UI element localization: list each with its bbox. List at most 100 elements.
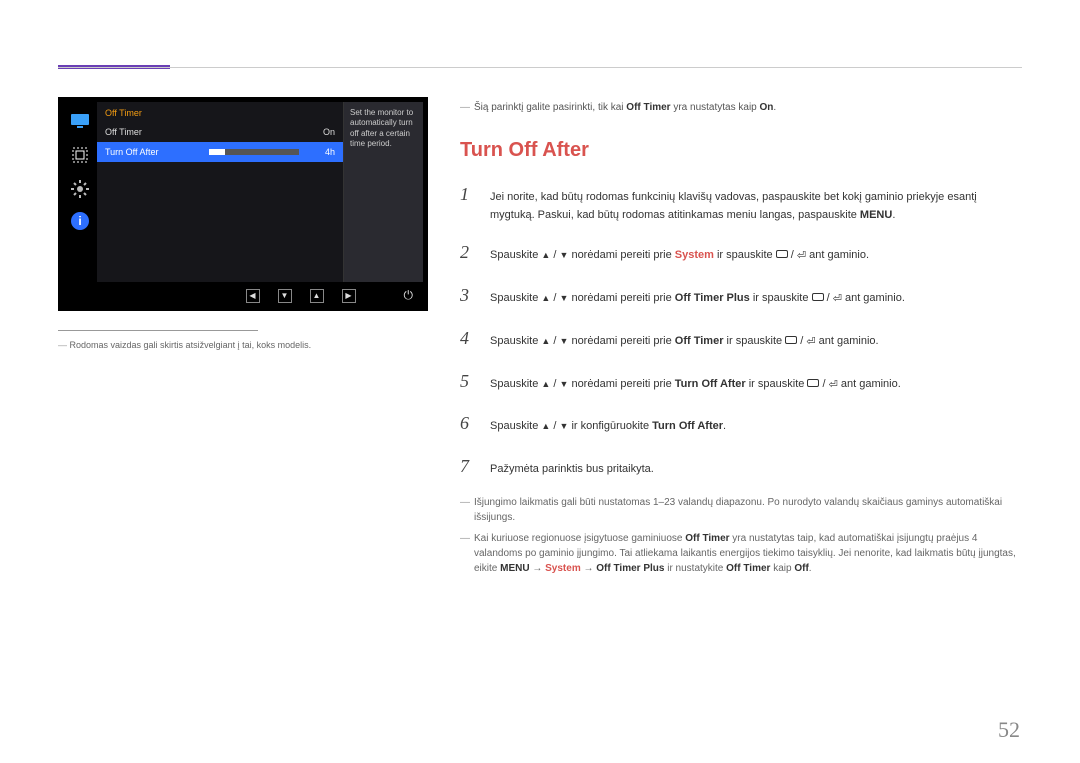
intro-text: Šią parinktį galite pasirinkti, tik kai: [474, 102, 626, 113]
enter-icon: ⏎: [833, 291, 842, 309]
info-icon: i: [71, 212, 89, 230]
nav-power-icon: ⏻: [404, 288, 414, 303]
t: ir spauskite: [723, 335, 785, 347]
up-icon: ▲: [541, 291, 550, 305]
osd-title: Off Timer: [97, 108, 343, 122]
section-heading: Turn Off After: [460, 134, 1020, 166]
t: kaip: [770, 563, 794, 574]
t: ir nustatykite: [664, 563, 726, 574]
kw-system: System: [675, 249, 714, 261]
t: Spauskite: [490, 292, 541, 304]
step-7: 7 Pažymėta parinktis bus pritaikyta.: [460, 452, 1020, 481]
osd-slider-fill: [209, 149, 225, 155]
enter-icon: ⏎: [806, 334, 815, 352]
model-caption: Rodomas vaizdas gali skirtis atsižvelgia…: [58, 340, 311, 350]
step-3: 3 Spauskite ▲ / ▼ norėdami pereiti prie …: [460, 281, 1020, 310]
kw-offtimerplus: Off Timer Plus: [675, 292, 750, 304]
step-text: Jei norite, kad būtų rodomas funkcinių k…: [490, 189, 1020, 224]
nav-up-icon: ▲: [310, 289, 324, 303]
step-number: 6: [460, 409, 476, 438]
t: Jei norite, kad būtų rodomas funkcinių k…: [490, 191, 977, 221]
step-text: Pažymėta parinktis bus pritaikyta.: [490, 461, 1020, 479]
step-text: Spauskite ▲ / ▼ norėdami pereiti prie Of…: [490, 333, 1020, 352]
footnote-2: Kai kuriuose regionuose įsigytuose gamin…: [460, 531, 1020, 576]
step-text: Spauskite ▲ / ▼ norėdami pereiti prie Sy…: [490, 247, 1020, 266]
nav-down-icon: ▼: [278, 289, 292, 303]
osd-navbar: ◀ ▼ ▲ ▶ ⏻: [63, 282, 423, 303]
t: ant gaminio.: [816, 335, 879, 347]
step-4: 4 Spauskite ▲ / ▼ norėdami pereiti prie …: [460, 324, 1020, 353]
up-icon: ▲: [541, 419, 550, 433]
osd-row-offtimer: Off Timer On: [97, 122, 343, 142]
osd-row-label: Turn Off After: [105, 147, 209, 157]
caption-rule: [58, 330, 258, 331]
t: ant gaminio.: [842, 292, 905, 304]
kw-menu: MENU: [860, 209, 892, 221]
button-icon: [776, 250, 788, 258]
arrow: →: [581, 563, 597, 574]
t: ant gaminio.: [806, 249, 869, 261]
enter-icon: ⏎: [829, 377, 838, 395]
t: Spauskite: [490, 378, 541, 390]
up-icon: ▲: [541, 334, 550, 348]
osd-sidebar: i: [63, 102, 97, 282]
up-icon: ▲: [541, 377, 550, 391]
t: norėdami pereiti prie: [568, 335, 674, 347]
gear-icon: [69, 178, 91, 200]
t: ir spauskite: [750, 292, 812, 304]
step-number: 3: [460, 281, 476, 310]
step-number: 2: [460, 238, 476, 267]
kw-offtimerplus: Off Timer Plus: [596, 563, 664, 574]
enter-icon: ⏎: [797, 248, 806, 266]
t: ir konfigūruokite: [568, 420, 652, 432]
button-icon: [812, 293, 824, 301]
intro-bold: On: [760, 102, 774, 113]
nav-left-icon: ◀: [246, 289, 260, 303]
kw-offtimer: Off Timer: [726, 563, 770, 574]
t: .: [723, 420, 726, 432]
page-number: 52: [998, 717, 1020, 743]
osd-row-value: On: [305, 127, 335, 137]
step-2: 2 Spauskite ▲ / ▼ norėdami pereiti prie …: [460, 238, 1020, 267]
kw-offtimer: Off Timer: [685, 533, 729, 544]
t: Kai kuriuose regionuose įsigytuose gamin…: [474, 533, 685, 544]
kw-off: Off: [794, 563, 808, 574]
t: norėdami pereiti prie: [568, 292, 674, 304]
button-icon: [807, 379, 819, 387]
osd-description: Set the monitor to automatically turn of…: [343, 102, 423, 282]
arrow: →: [530, 563, 546, 574]
kw-menu: MENU: [500, 563, 529, 574]
t: .: [892, 209, 895, 221]
t: norėdami pereiti prie: [568, 249, 674, 261]
intro-text: .: [773, 102, 776, 113]
osd-row-label: Off Timer: [105, 127, 305, 137]
nav-right-icon: ▶: [342, 289, 356, 303]
kw-turnoffafter: Turn Off After: [652, 420, 723, 432]
step-1: 1 Jei norite, kad būtų rodomas funkcinių…: [460, 180, 1020, 224]
osd-main-panel: Off Timer Off Timer On Turn Off After 4h: [97, 102, 343, 282]
intro-bold: Off Timer: [626, 102, 670, 113]
step-5: 5 Spauskite ▲ / ▼ norėdami pereiti prie …: [460, 367, 1020, 396]
t: ir spauskite: [714, 249, 776, 261]
kw-offtimer: Off Timer: [675, 335, 724, 347]
content-column: Šią parinktį galite pasirinkti, tik kai …: [460, 100, 1020, 576]
t: Spauskite: [490, 335, 541, 347]
footnote-1: Išjungimo laikmatis gali būti nustatomas…: [460, 495, 1020, 525]
step-number: 4: [460, 324, 476, 353]
t: Spauskite: [490, 249, 541, 261]
step-text: Spauskite ▲ / ▼ norėdami pereiti prie Of…: [490, 290, 1020, 309]
t: Spauskite: [490, 420, 541, 432]
osd-row-turnoffafter: Turn Off After 4h: [97, 142, 343, 162]
steps-list: 1 Jei norite, kad būtų rodomas funkcinių…: [460, 180, 1020, 481]
intro-text: yra nustatytas kaip: [671, 102, 760, 113]
step-number: 7: [460, 452, 476, 481]
t: ant gaminio.: [838, 378, 901, 390]
intro-note: Šią parinktį galite pasirinkti, tik kai …: [460, 100, 1020, 116]
kw-turnoffafter: Turn Off After: [675, 378, 746, 390]
t: ir spauskite: [746, 378, 808, 390]
step-number: 5: [460, 367, 476, 396]
screen-icon: [69, 110, 91, 132]
step-text: Spauskite ▲ / ▼ norėdami pereiti prie Tu…: [490, 376, 1020, 395]
picture-icon: [69, 144, 91, 166]
osd-row-value: 4h: [305, 147, 335, 157]
